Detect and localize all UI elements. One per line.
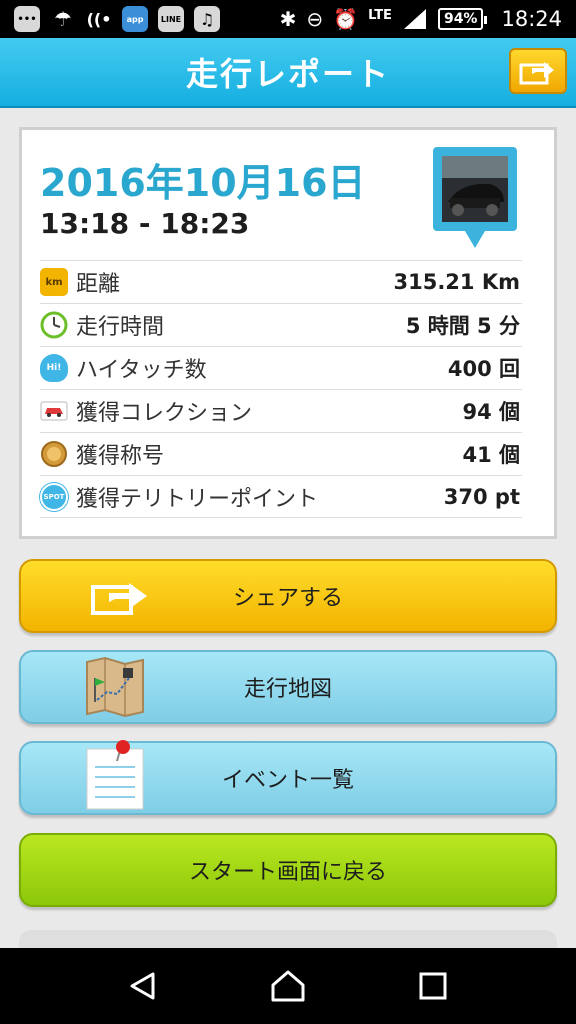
car-photo-pin[interactable] xyxy=(430,144,520,252)
nav-home-button[interactable] xyxy=(266,964,310,1008)
home-icon xyxy=(271,970,305,1002)
nav-recents-button[interactable] xyxy=(411,964,455,1008)
clock-icon xyxy=(40,311,68,339)
car-collection-icon xyxy=(40,401,68,421)
back-to-start-button[interactable]: スタート画面に戻る xyxy=(19,833,557,907)
app-header: 走行レポート xyxy=(0,38,576,108)
stat-label: ハイタッチ数 xyxy=(76,358,207,383)
share-arrow-icon xyxy=(519,62,554,85)
stat-row-titles: 獲得称号 41 個 xyxy=(40,432,522,475)
battery-indicator: 94% xyxy=(437,8,487,30)
page-title: 走行レポート xyxy=(185,55,390,93)
spot-icon: SPOT xyxy=(40,482,68,511)
do-not-disturb-icon: ⊖ xyxy=(306,7,324,31)
share-button-label: シェアする xyxy=(232,586,343,611)
alarm-icon: ⏰ xyxy=(333,7,359,31)
lte-indicator: LTE xyxy=(368,7,392,23)
notification-icons: ••• ☂ ((• app LINE ♫ xyxy=(14,6,220,32)
stat-value: 315.21 Km xyxy=(393,270,520,294)
stat-label: 距離 xyxy=(76,272,121,297)
stat-row-distance: km 距離 315.21 Km xyxy=(40,260,522,303)
event-list-button[interactable]: イベント一覧 xyxy=(19,740,557,815)
drive-map-button-label: 走行地図 xyxy=(243,677,332,702)
wifi-calling-icon: ((• xyxy=(86,9,112,29)
stat-value: 400 回 xyxy=(447,357,520,381)
stats-list: km 距離 315.21 Km 走行時間 5 時間 5 分 Hi! ハイタッチ数… xyxy=(40,260,522,518)
map-icon xyxy=(86,656,144,718)
scroll-peek-bar xyxy=(19,930,557,948)
event-list-button-label: イベント一覧 xyxy=(221,768,354,793)
stat-value: 370 pt xyxy=(443,484,520,509)
nav-back-button[interactable] xyxy=(121,964,165,1008)
stat-value: 94 個 xyxy=(462,400,520,424)
bluetooth-icon: ✱ xyxy=(279,7,297,31)
stat-value: 41 個 xyxy=(462,443,520,467)
event-list-icon xyxy=(86,740,144,810)
signal-icon xyxy=(403,9,426,29)
recents-square-icon xyxy=(419,972,447,1000)
line-icon: LINE xyxy=(158,6,184,32)
report-card: 2016年10月16日 13:18 - 18:23 km 距離 315.21 K… xyxy=(19,127,557,539)
share-arrow-icon xyxy=(91,583,147,615)
km-icon: km xyxy=(40,268,68,296)
weather-icon: ☂ xyxy=(54,7,72,31)
stat-row-hi-touch: Hi! ハイタッチ数 400 回 xyxy=(40,346,522,389)
stat-label: 獲得コレクション xyxy=(76,401,253,426)
stat-row-territory: SPOT 獲得テリトリーポイント 370 pt xyxy=(40,475,522,518)
report-date: 2016年10月16日 xyxy=(40,161,366,205)
system-nav-bar xyxy=(0,948,576,1024)
stat-value: 5 時間 5 分 xyxy=(405,314,520,338)
drive-map-button[interactable]: 走行地図 xyxy=(19,650,557,724)
clock-time: 18:24 xyxy=(501,7,562,31)
back-to-start-button-label: スタート画面に戻る xyxy=(188,860,387,885)
stat-label: 走行時間 xyxy=(76,315,165,340)
stat-label: 獲得称号 xyxy=(76,444,165,469)
system-icons: ✱ ⊖ ⏰ LTE 94% 18:24 xyxy=(280,7,562,31)
music-icon: ♫ xyxy=(194,6,220,32)
app-notification-icon: app xyxy=(122,6,148,32)
status-bar: ••• ☂ ((• app LINE ♫ ✱ ⊖ ⏰ LTE 94% 18:24 xyxy=(0,0,576,38)
stat-row-drive-time: 走行時間 5 時間 5 分 xyxy=(40,303,522,346)
report-time-range: 13:18 - 18:23 xyxy=(40,207,250,240)
share-button[interactable]: シェアする xyxy=(19,559,557,633)
message-icon: ••• xyxy=(14,6,40,32)
stat-label: 獲得テリトリーポイント xyxy=(76,486,319,512)
back-triangle-icon xyxy=(130,972,155,1000)
hi-touch-icon: Hi! xyxy=(40,354,68,382)
stat-row-collection: 獲得コレクション 94 個 xyxy=(40,389,522,432)
title-medal-icon xyxy=(41,441,67,467)
header-share-button[interactable] xyxy=(509,48,567,94)
